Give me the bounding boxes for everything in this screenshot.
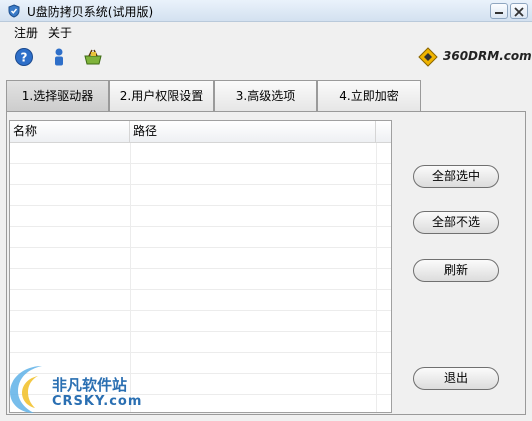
column-divider bbox=[376, 374, 377, 395]
table-row bbox=[10, 248, 391, 269]
column-divider bbox=[376, 227, 377, 248]
column-divider bbox=[130, 164, 131, 185]
drive-list-header: 名称 路径 bbox=[10, 121, 391, 143]
column-divider bbox=[376, 185, 377, 206]
column-divider bbox=[130, 206, 131, 227]
refresh-button[interactable]: 刷新 bbox=[413, 259, 499, 282]
column-divider bbox=[130, 143, 131, 164]
column-divider bbox=[376, 332, 377, 353]
menu-register[interactable]: 注册 bbox=[14, 24, 38, 41]
brand-logo: 360DRM.com bbox=[416, 45, 532, 69]
basket-icon[interactable] bbox=[82, 46, 104, 68]
table-row bbox=[10, 332, 391, 353]
watermark-url: CRSKY.com bbox=[52, 394, 143, 409]
menu-about[interactable]: 关于 bbox=[48, 24, 72, 41]
svg-text:?: ? bbox=[21, 51, 28, 65]
brand-logo-icon bbox=[418, 47, 438, 67]
column-header-path[interactable]: 路径 bbox=[130, 121, 376, 142]
column-divider bbox=[376, 164, 377, 185]
column-divider bbox=[376, 353, 377, 374]
table-row bbox=[10, 269, 391, 290]
column-header-name[interactable]: 名称 bbox=[10, 121, 130, 142]
table-row bbox=[10, 143, 391, 164]
column-divider bbox=[130, 227, 131, 248]
close-button[interactable] bbox=[510, 3, 528, 19]
table-row bbox=[10, 227, 391, 248]
watermark: 非凡软件站 CRSKY.com bbox=[0, 356, 170, 421]
column-divider bbox=[376, 311, 377, 332]
exit-button[interactable]: 退出 bbox=[413, 367, 499, 390]
help-icon[interactable]: ? bbox=[13, 46, 35, 68]
minimize-button[interactable] bbox=[490, 3, 508, 19]
window-title: U盘防拷贝系统(试用版) bbox=[27, 5, 154, 19]
tab-bar: 1.选择驱动器 2.用户权限设置 3.高级选项 4.立即加密 bbox=[6, 80, 426, 112]
column-header-filler bbox=[376, 121, 391, 142]
table-row bbox=[10, 290, 391, 311]
column-divider bbox=[376, 269, 377, 290]
column-divider bbox=[130, 269, 131, 290]
select-all-button[interactable]: 全部选中 bbox=[413, 165, 499, 188]
minimize-icon bbox=[495, 12, 503, 14]
menu-bar: 注册 关于 bbox=[0, 22, 532, 40]
watermark-title: 非凡软件站 bbox=[52, 376, 128, 394]
app-shield-icon bbox=[8, 4, 20, 18]
watermark-logo-icon bbox=[10, 366, 42, 413]
table-row bbox=[10, 311, 391, 332]
tab-select-drive[interactable]: 1.选择驱动器 bbox=[6, 80, 109, 111]
tab-encrypt-now[interactable]: 4.立即加密 bbox=[317, 80, 421, 111]
column-divider bbox=[376, 206, 377, 227]
column-divider bbox=[130, 332, 131, 353]
user-info-icon[interactable] bbox=[48, 46, 70, 68]
table-row bbox=[10, 185, 391, 206]
table-row bbox=[10, 206, 391, 227]
column-divider bbox=[376, 248, 377, 269]
tab-advanced-options[interactable]: 3.高级选项 bbox=[214, 80, 317, 111]
column-divider bbox=[376, 395, 377, 412]
select-none-button[interactable]: 全部不选 bbox=[413, 211, 499, 234]
column-divider bbox=[130, 290, 131, 311]
column-divider bbox=[130, 248, 131, 269]
column-divider bbox=[376, 143, 377, 164]
column-divider bbox=[130, 311, 131, 332]
title-bar: U盘防拷贝系统(试用版) bbox=[0, 0, 532, 22]
close-icon bbox=[514, 7, 524, 17]
brand-text: 360DRM.com bbox=[443, 49, 532, 63]
table-row bbox=[10, 164, 391, 185]
column-divider bbox=[376, 290, 377, 311]
tab-user-permissions[interactable]: 2.用户权限设置 bbox=[109, 80, 214, 111]
column-divider bbox=[130, 185, 131, 206]
